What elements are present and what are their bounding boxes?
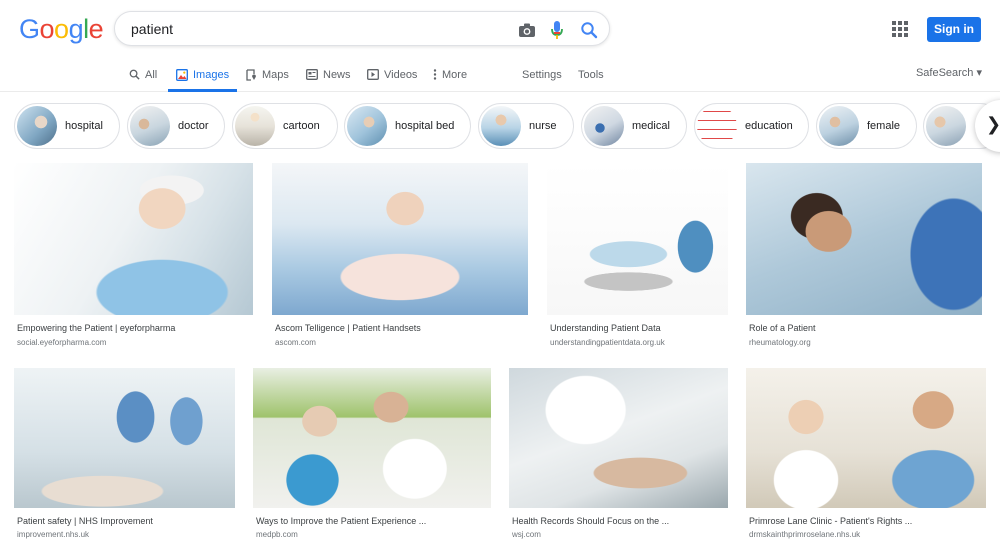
chip-medical[interactable]: medical [581, 103, 687, 149]
result-domain: improvement.nhs.uk [17, 530, 90, 539]
chip-thumbnail [481, 106, 521, 146]
tab-label: More [442, 68, 468, 81]
chip-nurse[interactable]: nurse [478, 103, 574, 149]
result-domain: social.eyeforpharma.com [17, 338, 107, 347]
result-title[interactable]: Empowering the Patient | eyeforpharma [17, 323, 175, 333]
tab-maps[interactable]: Maps [246, 58, 289, 91]
image-result[interactable]: Understanding Patient Data understanding… [547, 163, 728, 353]
chip-thumbnail [347, 106, 387, 146]
tab-label: Videos [384, 68, 418, 81]
logo-letter: G [19, 14, 40, 44]
video-icon [367, 69, 379, 80]
tab-label: All [145, 68, 158, 81]
result-domain: understandingpatientdata.org.uk [550, 338, 665, 347]
chip-label: hospital [65, 120, 103, 132]
result-image[interactable] [253, 368, 491, 508]
chip-label: cartoon [283, 120, 320, 132]
result-image[interactable] [14, 163, 253, 315]
tab-label: Settings [522, 68, 562, 81]
result-image[interactable] [14, 368, 235, 508]
image-result[interactable]: Primrose Lane Clinic - Patient's Rights … [746, 368, 986, 543]
tab-videos[interactable]: Videos [367, 58, 417, 91]
chip-education[interactable]: education [694, 103, 809, 149]
chip-thumbnail [17, 106, 57, 146]
image-result[interactable]: Ascom Telligence | Patient Handsets asco… [272, 163, 528, 353]
tab-settings[interactable]: Settings [522, 58, 562, 91]
image-result[interactable]: Ways to Improve the Patient Experience .… [253, 368, 491, 543]
tab-label: Maps [262, 68, 289, 81]
apps-grid-icon[interactable] [892, 21, 908, 37]
result-image[interactable] [509, 368, 728, 508]
chip-thumbnail [926, 106, 966, 146]
search-box [114, 11, 610, 46]
logo-letter: e [88, 14, 104, 44]
chip-label: doctor [178, 120, 209, 132]
chip-cartoon[interactable]: cartoon [232, 103, 338, 149]
result-title[interactable]: Ascom Telligence | Patient Handsets [275, 323, 421, 333]
news-icon [306, 69, 318, 80]
image-result[interactable]: Empowering the Patient | eyeforpharma so… [14, 163, 253, 353]
result-image[interactable] [746, 163, 982, 315]
chip-thumbnail [235, 106, 275, 146]
chip-label: hospital bed [395, 120, 455, 132]
result-title[interactable]: Role of a Patient [749, 323, 816, 333]
tab-images[interactable]: Images [167, 58, 238, 92]
google-logo[interactable]: Google [19, 14, 104, 45]
chip-thumbnail [819, 106, 859, 146]
result-title[interactable]: Primrose Lane Clinic - Patient's Rights … [749, 516, 912, 526]
image-result[interactable]: Role of a Patient rheumatology.org [746, 163, 982, 353]
chevron-right-icon: ❯ [986, 114, 1000, 134]
chip-thumbnail [130, 106, 170, 146]
result-title[interactable]: Understanding Patient Data [550, 323, 661, 333]
camera-icon[interactable] [516, 19, 538, 41]
result-domain: medpb.com [256, 530, 298, 539]
logo-letter: g [68, 14, 84, 44]
tab-label: Tools [578, 68, 604, 81]
related-searches: hospital doctor cartoon hospital bed nur… [0, 103, 1000, 151]
microphone-icon[interactable] [546, 19, 568, 41]
result-domain: drmskainthprimroselane.nhs.uk [749, 530, 861, 539]
chip-hospital-bed[interactable]: hospital bed [344, 103, 471, 149]
result-domain: rheumatology.org [749, 338, 811, 347]
chip-label: medical [632, 120, 670, 132]
tab-label: Images [193, 68, 230, 81]
image-icon [176, 68, 188, 81]
chip-doctor[interactable]: doctor [127, 103, 225, 149]
map-icon [246, 68, 256, 81]
search-tabs: All Images Maps News Videos More Setting… [0, 58, 1000, 92]
sign-in-button[interactable]: Sign in [927, 17, 981, 42]
chip-female[interactable]: female [816, 103, 917, 149]
tab-news[interactable]: News [306, 58, 351, 91]
logo-letter: o [54, 14, 69, 44]
chip-label: nurse [529, 120, 557, 132]
chip-label: female [867, 120, 901, 132]
search-input[interactable] [131, 19, 491, 39]
chip-hospital[interactable]: hospital [14, 103, 120, 149]
result-title[interactable]: Ways to Improve the Patient Experience .… [256, 516, 426, 526]
result-image[interactable] [272, 163, 528, 315]
result-domain: wsj.com [512, 530, 541, 539]
result-domain: ascom.com [275, 338, 316, 347]
result-image[interactable] [746, 368, 986, 508]
chip-label: education [745, 120, 793, 132]
more-icon [433, 69, 437, 80]
tab-all[interactable]: All [129, 58, 157, 91]
search-icon [129, 69, 140, 80]
result-title[interactable]: Health Records Should Focus on the ... [512, 516, 669, 526]
tab-label: News [323, 68, 351, 81]
safesearch-dropdown[interactable]: SafeSearch ▾ [916, 66, 982, 79]
result-title[interactable]: Patient safety | NHS Improvement [17, 516, 153, 526]
image-result[interactable]: Patient safety | NHS Improvement improve… [14, 368, 235, 543]
chip-thumbnail [697, 106, 737, 146]
image-result[interactable]: Health Records Should Focus on the ... w… [509, 368, 728, 543]
chip-thumbnail [584, 106, 624, 146]
tab-more[interactable]: More [433, 58, 467, 91]
search-icon[interactable] [578, 19, 600, 41]
result-image[interactable] [547, 163, 728, 315]
google-images-page: Google Sign in All Images Maps [0, 0, 1000, 547]
logo-letter: o [39, 14, 55, 44]
tab-tools[interactable]: Tools [578, 58, 604, 91]
